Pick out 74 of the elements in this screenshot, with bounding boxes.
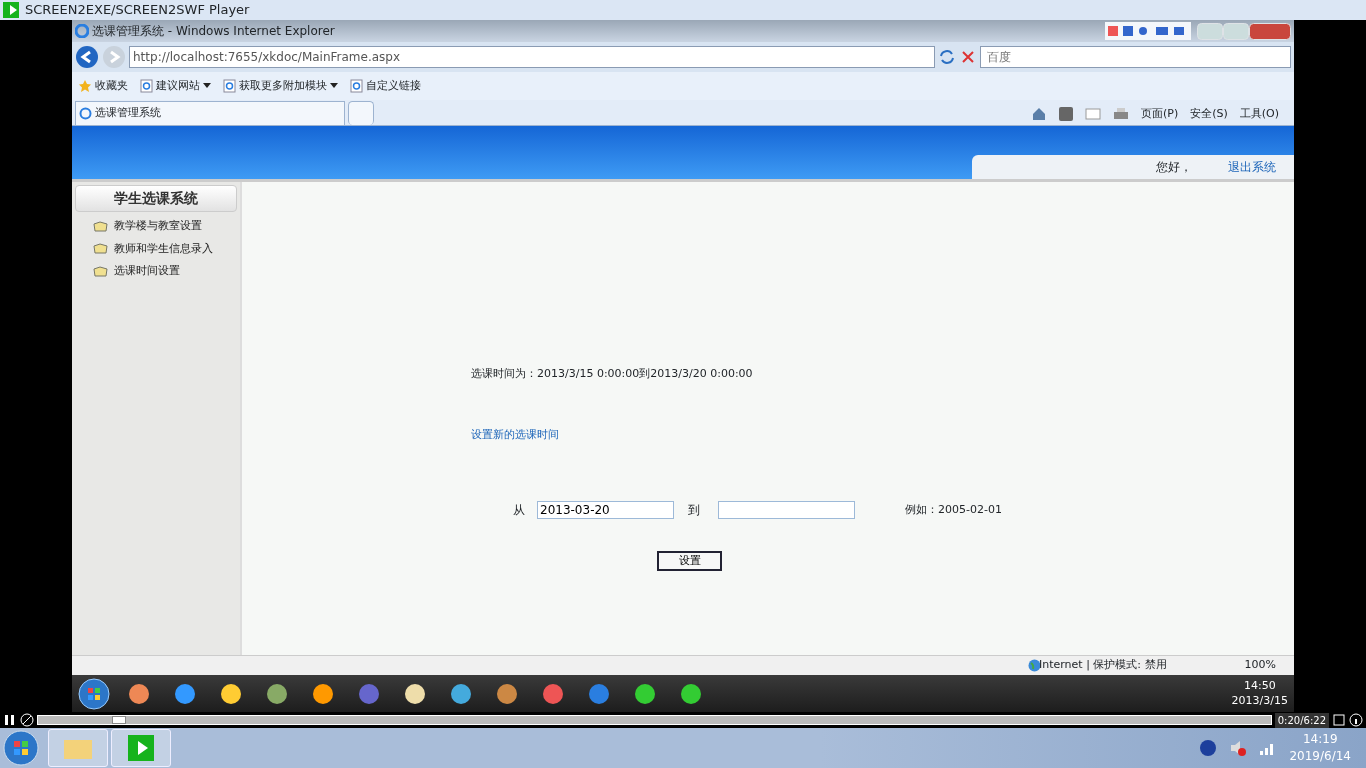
print-icon[interactable] <box>1112 106 1129 121</box>
favorites-item[interactable]: 自定义链接 <box>350 77 421 95</box>
help-icon[interactable] <box>1199 739 1218 757</box>
zoom-level[interactable]: 100% <box>1244 657 1276 674</box>
info-icon[interactable] <box>1349 713 1363 727</box>
security-zone-text: Internet | 保护模式: 禁用 <box>1038 657 1167 674</box>
sidebar-title: 学生选课系统 <box>75 185 237 212</box>
tab-label: 选课管理系统 <box>95 105 161 122</box>
start-orb-icon[interactable] <box>78 677 110 710</box>
favorites-item[interactable]: 获取更多附加模块 <box>223 77 338 95</box>
mute-icon[interactable] <box>20 713 34 727</box>
player-taskbar-button[interactable] <box>111 729 171 767</box>
clock-time: 14:50 <box>1242 679 1277 694</box>
page-icon <box>350 79 363 93</box>
progress-track[interactable] <box>37 715 1272 725</box>
current-time-text: 选课时间为：2013/3/15 0:00:00到2013/3/20 0:00:00 <box>471 366 754 382</box>
search-field[interactable]: 百度 <box>980 46 1291 68</box>
favorites-label: 获取更多附加模块 <box>239 77 327 94</box>
app-icon <box>541 681 565 706</box>
start-orb-icon[interactable] <box>3 730 39 766</box>
back-icon[interactable] <box>75 45 99 69</box>
player-logo-icon <box>126 733 156 763</box>
to-date-field[interactable] <box>718 501 855 519</box>
clock-time: 14:19 <box>1301 731 1339 748</box>
command-menu[interactable]: 工具(O) <box>1239 105 1279 122</box>
favorites-item[interactable]: 收藏夹 <box>78 77 128 95</box>
clock-date: 2013/3/15 <box>1231 693 1288 708</box>
home-icon[interactable] <box>1030 105 1047 122</box>
address-field[interactable]: http://localhost:7655/xkdoc/MainFrame.aspx <box>129 46 935 68</box>
window-title: 选课管理系统 - Windows Internet Explorer <box>92 23 335 40</box>
sidebar-item[interactable]: 教师和学生信息录入 <box>93 240 237 257</box>
example-text: 例如：2005-02-01 <box>905 501 1002 518</box>
greeting-text: 您好， <box>1156 159 1192 176</box>
page-icon <box>140 79 153 93</box>
favorites-label: 自定义链接 <box>366 77 421 94</box>
fullscreen-icon[interactable] <box>1332 713 1346 727</box>
caret-icon <box>330 83 338 89</box>
volume-muted-icon[interactable] <box>1229 739 1248 757</box>
sidebar-item-label: 教学楼与教室设置 <box>114 218 202 234</box>
caret-icon <box>203 83 211 89</box>
sidebar-item-label: 选课时间设置 <box>114 263 180 279</box>
star-icon <box>78 79 92 93</box>
app-icon <box>679 681 703 706</box>
close-button[interactable] <box>1249 22 1291 40</box>
favorites-label: 收藏夹 <box>95 77 128 94</box>
browser-tab[interactable]: 选课管理系统 <box>75 101 345 125</box>
app-icon <box>127 681 151 706</box>
book-icon <box>93 265 108 277</box>
command-menu[interactable]: 页面(P) <box>1140 105 1179 122</box>
submit-button[interactable]: 设置 <box>657 551 722 571</box>
progress-thumb[interactable] <box>111 716 126 724</box>
new-time-link[interactable]: 设置新的选课时间 <box>471 427 559 441</box>
refresh-icon[interactable] <box>938 48 956 66</box>
from-label: 从 <box>513 502 525 519</box>
ime-toolbar[interactable] <box>1105 22 1191 40</box>
logout-link[interactable]: 退出系统 <box>1228 158 1276 176</box>
clock-date: 2019/6/14 <box>1289 748 1351 765</box>
book-icon <box>93 243 108 255</box>
from-date-field[interactable]: 2013-03-20 <box>537 501 674 519</box>
favorites-item[interactable]: 建议网站 <box>140 77 211 95</box>
sidebar-item[interactable]: 选课时间设置 <box>93 263 237 280</box>
book-icon <box>93 220 108 232</box>
page-icon <box>223 79 236 93</box>
player-logo-icon <box>3 2 19 18</box>
favorites-label: 建议网站 <box>156 77 200 94</box>
to-label: 到 <box>688 502 700 519</box>
globe-icon <box>1027 659 1041 672</box>
sidebar-item-label: 教师和学生信息录入 <box>114 240 213 257</box>
command-menu[interactable]: 安全(S) <box>1190 105 1228 122</box>
playback-time: 0:20/6:22 <box>1274 712 1329 728</box>
app-icon <box>495 681 519 706</box>
pause-icon[interactable] <box>3 713 17 727</box>
window-title: SCREEN2EXE/SCREEN2SWF Player <box>25 1 250 20</box>
sidebar-item[interactable]: 教学楼与教室设置 <box>93 218 237 235</box>
